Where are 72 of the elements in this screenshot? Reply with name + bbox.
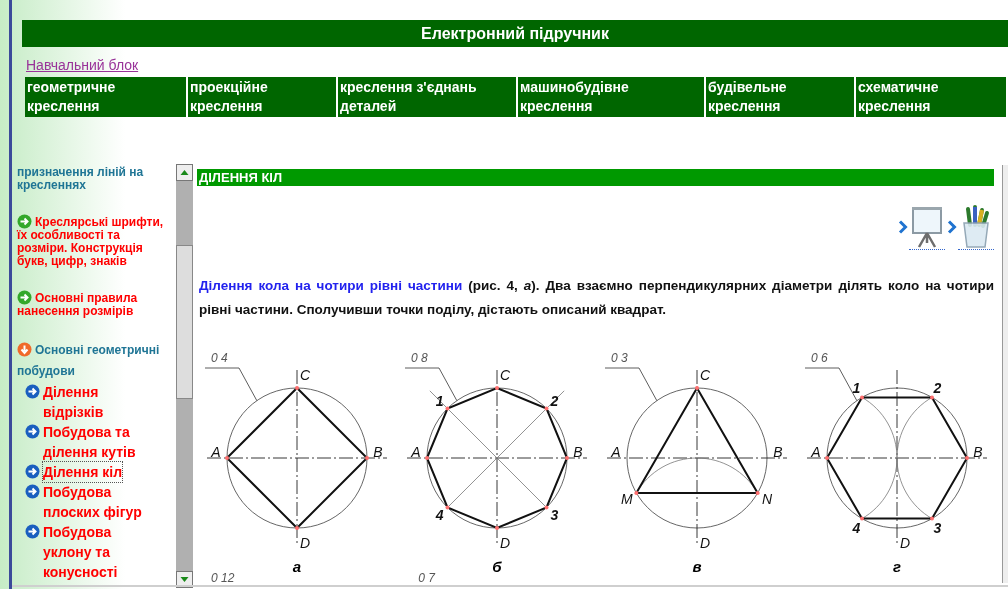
- nav-tab[interactable]: схематичне креслення: [856, 77, 1006, 117]
- nav-tab[interactable]: будівельне креслення: [706, 77, 854, 117]
- point-label: C: [299, 367, 311, 383]
- scroll-up-icon[interactable]: [176, 164, 193, 181]
- figure-caption: г: [893, 558, 901, 575]
- figure-caption: б: [492, 558, 502, 575]
- page-title: Електронний підручник: [22, 20, 1008, 47]
- figure-caption: а: [292, 558, 302, 575]
- point-label: D: [699, 535, 711, 551]
- point-label: 4: [435, 507, 444, 524]
- sidebar-subitem[interactable]: Ділення кіл: [43, 462, 123, 482]
- size-mark: 0 7: [418, 571, 436, 585]
- right-arrow-icon: [25, 484, 40, 499]
- section-heading: ДІЛЕННЯ КІЛ: [197, 169, 994, 186]
- chevron-icon[interactable]: [947, 220, 957, 234]
- right-arrow-icon: [17, 290, 32, 305]
- point-label: D: [899, 535, 911, 551]
- sidebar-section[interactable]: Креслярські шрифти, їх особливості та розміри. Конструкція букв, цифр, знаків: [17, 214, 167, 268]
- sidebar-subitem[interactable]: Побудова та ділення кутів: [43, 422, 153, 462]
- point-label: 1: [435, 392, 444, 409]
- point-label: 2: [550, 392, 559, 409]
- right-arrow-icon: [25, 384, 40, 399]
- pencil-cup-icon[interactable]: [958, 204, 994, 250]
- right-arrow-icon: [17, 214, 32, 229]
- point-label: B: [773, 444, 783, 460]
- right-arrow-icon: [25, 464, 40, 479]
- sidebar-section[interactable]: Основні правила нанесення розмірів: [17, 290, 167, 318]
- scrollbar[interactable]: [176, 164, 193, 588]
- point-label: M: [621, 490, 633, 507]
- point-label: B: [373, 444, 383, 460]
- figure-caption: в: [692, 558, 702, 575]
- chevron-icon[interactable]: [898, 220, 908, 234]
- point-label: 3: [933, 520, 942, 537]
- point-label: B: [973, 444, 983, 460]
- point-label: 3: [550, 507, 559, 524]
- sidebar-subitem[interactable]: Побудова уклону та конусності: [43, 522, 153, 582]
- sidebar-link[interactable]: призначення ліній на кресленнях: [17, 166, 167, 192]
- point-label: D: [299, 535, 311, 551]
- size-mark: 0 4: [211, 351, 228, 365]
- down-arrow-icon: [17, 342, 32, 357]
- easel-board-icon[interactable]: [909, 204, 945, 250]
- point-label: D: [499, 535, 511, 551]
- nav-tab[interactable]: геометричне креслення: [25, 77, 186, 117]
- sidebar-subitem[interactable]: Ділення відрізків: [43, 382, 153, 422]
- nav-tab[interactable]: машинобудівне креслення: [518, 77, 704, 117]
- size-mark: 0 3: [611, 351, 628, 365]
- leader-line: [204, 367, 258, 402]
- sidebar-section[interactable]: Основні геометричні побудови: [17, 340, 167, 382]
- right-arrow-icon: [25, 424, 40, 439]
- leader-line: [604, 367, 658, 402]
- size-mark: 0 6: [811, 351, 828, 365]
- nav-tab[interactable]: креслення з'єднань деталей: [338, 77, 516, 117]
- paragraph: Ділення кола на чотири рівні частини (рис. 4, а). Два взаємно перпендикулярних діаметри ділять коло на чотири рівні частини. Сполучивши точки поділу, дістають описаний квадрат.: [199, 277, 994, 319]
- size-mark: 0 12: [211, 571, 235, 585]
- breadcrumb-link[interactable]: Навчальний блок: [26, 57, 139, 73]
- sidebar-subitem[interactable]: Побудова плоских фігур: [43, 482, 153, 522]
- point-label: C: [499, 367, 511, 383]
- point-label: N: [762, 490, 773, 507]
- point-label: 4: [852, 520, 861, 537]
- point-label: A: [211, 444, 221, 460]
- nav-tab[interactable]: проекційне креслення: [188, 77, 336, 117]
- leader-line: [804, 367, 858, 402]
- point-label: A: [611, 444, 621, 460]
- point-label: 1: [852, 379, 861, 396]
- point-label: A: [811, 444, 821, 460]
- point-label: A: [411, 444, 421, 460]
- point-label: B: [573, 444, 583, 460]
- point-label: 2: [933, 379, 942, 396]
- right-arrow-icon: [25, 524, 40, 539]
- scrollbar[interactable]: [1002, 165, 1008, 583]
- size-mark: 0 8: [411, 351, 428, 365]
- point-label: C: [699, 367, 711, 383]
